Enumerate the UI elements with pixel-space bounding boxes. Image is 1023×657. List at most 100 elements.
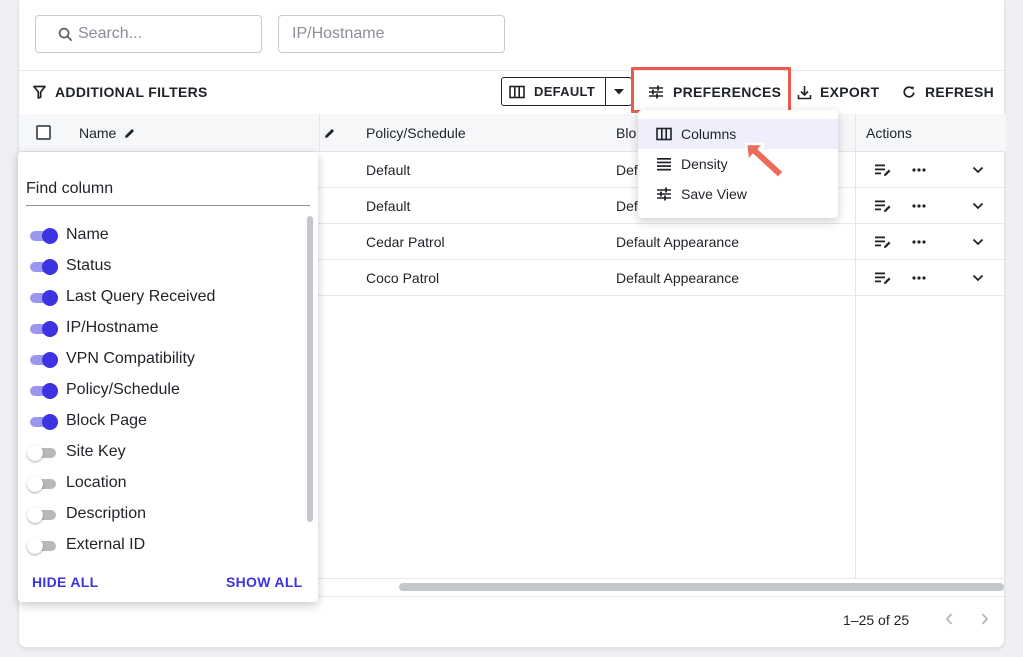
toggle-switch[interactable] [28, 382, 58, 399]
toggle-switch[interactable] [28, 289, 58, 306]
default-view-label: DEFAULT [534, 84, 596, 99]
more-options-button[interactable] [912, 260, 926, 296]
toggle-switch[interactable] [27, 444, 58, 461]
more-options-button[interactable] [912, 152, 926, 188]
header-name-label: Name [79, 125, 117, 141]
block-page-cell: Def [616, 198, 638, 214]
caret-down-icon [613, 88, 624, 94]
toggle-switch[interactable] [27, 506, 58, 523]
column-toggle-policy[interactable]: Policy/Schedule [28, 374, 308, 405]
chevron-down-icon [972, 274, 984, 282]
pencil-icon [125, 128, 135, 138]
policy-cell: Default [366, 162, 411, 178]
column-toggle-block-page[interactable]: Block Page [28, 405, 308, 436]
block-page-cell: Default Appearance [616, 234, 739, 250]
next-page-button[interactable] [980, 612, 990, 631]
more-options-button[interactable] [912, 224, 926, 260]
previous-page-button[interactable] [944, 612, 954, 631]
toolbar-divider [19, 70, 1006, 71]
ip-hostname-placeholder: IP/Hostname [292, 25, 385, 42]
refresh-button[interactable]: REFRESH [902, 78, 994, 106]
column-toggle-location[interactable]: Location [27, 467, 308, 498]
menu-item-columns[interactable]: Columns [638, 119, 838, 149]
chevron-down-icon [972, 238, 984, 246]
filter-icon [33, 85, 46, 99]
horizontal-scrollbar[interactable] [399, 583, 1004, 591]
toggle-switch[interactable] [28, 258, 58, 275]
toggle-switch[interactable] [28, 320, 58, 337]
edit-list-icon [875, 164, 891, 176]
refresh-icon [903, 86, 915, 98]
default-view-button[interactable]: DEFAULT [502, 78, 606, 105]
hide-all-button[interactable]: HIDE ALL [32, 574, 98, 590]
preferences-menu: Columns Density Save View [638, 110, 838, 218]
chevron-down-icon [972, 202, 984, 210]
edit-list-icon [875, 272, 891, 284]
more-icon [912, 276, 926, 280]
find-column-input[interactable]: Find column [26, 172, 310, 206]
export-button[interactable]: EXPORT [797, 78, 879, 106]
block-page-cell: Default Appearance [616, 270, 739, 286]
policy-cell: Default [366, 198, 411, 214]
header-edit-icon[interactable] [323, 114, 336, 152]
edit-row-button[interactable] [875, 260, 892, 296]
toggle-switch[interactable] [27, 537, 58, 554]
more-icon [912, 240, 926, 244]
column-toggle-site-key[interactable]: Site Key [27, 436, 308, 467]
header-policy[interactable]: Policy/Schedule [366, 114, 466, 152]
ip-hostname-input[interactable]: IP/Hostname [278, 15, 505, 53]
expand-row-button[interactable] [972, 188, 984, 224]
column-toggle-description[interactable]: Description [27, 498, 308, 529]
policy-cell: Coco Patrol [366, 270, 440, 286]
select-all-checkbox[interactable] [36, 125, 51, 140]
more-icon [912, 168, 926, 172]
export-label: EXPORT [820, 84, 880, 100]
chevron-left-icon [945, 613, 953, 625]
column-toggle-status[interactable]: Status [28, 250, 308, 281]
chevron-right-icon [981, 613, 989, 625]
columns-panel: Find column Name Status Last Query Recei… [18, 152, 318, 602]
view-dropdown-button[interactable] [606, 88, 631, 95]
preferences-highlight [631, 67, 791, 113]
table-header: Name Policy/Schedule Blo Actions [19, 114, 1006, 152]
toggle-switch[interactable] [28, 413, 58, 430]
menu-item-save-view[interactable]: Save View [638, 179, 838, 209]
column-toggle-last-query[interactable]: Last Query Received [28, 281, 308, 312]
more-options-button[interactable] [912, 188, 926, 224]
header-block-page[interactable]: Blo [616, 114, 636, 152]
columns-icon [509, 85, 525, 98]
view-selector: DEFAULT [501, 77, 632, 106]
toggle-switch[interactable] [28, 351, 58, 368]
download-icon [797, 85, 812, 99]
refresh-label: REFRESH [925, 84, 994, 100]
pagination-range: 1–25 of 25 [843, 612, 910, 628]
header-actions: Actions [866, 125, 912, 141]
expand-row-button[interactable] [972, 260, 984, 296]
column-toggle-ip-hostname[interactable]: IP/Hostname [28, 312, 308, 343]
edit-list-icon [875, 200, 891, 212]
column-toggle-vpn[interactable]: VPN Compatibility [28, 343, 308, 374]
column-toggle-list: Name Status Last Query Received IP/Hostn… [27, 219, 308, 560]
search-icon [58, 27, 73, 41]
show-all-button[interactable]: SHOW ALL [226, 574, 303, 590]
search-placeholder: Search... [78, 25, 143, 42]
edit-row-button[interactable] [875, 152, 892, 188]
chevron-down-icon [972, 166, 984, 174]
column-toggle-name[interactable]: Name [28, 219, 308, 250]
panel-scrollbar[interactable] [307, 216, 313, 522]
column-toggle-external-id[interactable]: External ID [27, 529, 308, 560]
edit-row-button[interactable] [875, 188, 892, 224]
block-page-cell: Def [616, 162, 638, 178]
additional-filters-button[interactable]: ADDITIONAL FILTERS [33, 78, 208, 106]
expand-row-button[interactable] [972, 152, 984, 188]
edit-list-icon [875, 236, 891, 248]
density-icon [657, 158, 671, 171]
column-divider [319, 114, 320, 152]
edit-row-button[interactable] [875, 224, 892, 260]
search-input[interactable]: Search... [35, 15, 262, 53]
toggle-switch[interactable] [28, 227, 58, 244]
toggle-switch[interactable] [27, 475, 58, 492]
header-name[interactable]: Name [79, 114, 136, 152]
expand-row-button[interactable] [972, 224, 984, 260]
menu-item-density[interactable]: Density [638, 149, 838, 179]
